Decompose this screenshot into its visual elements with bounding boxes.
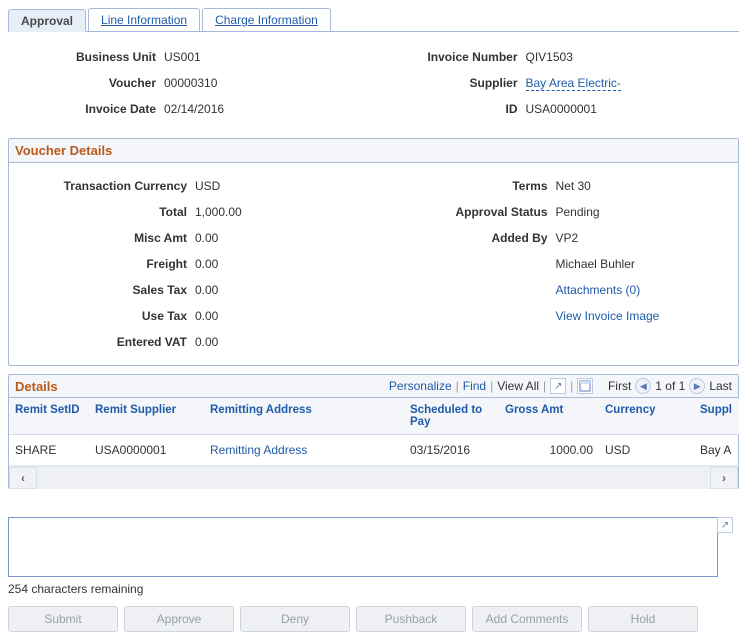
col-remitting-address[interactable]: Remitting Address bbox=[204, 398, 404, 435]
col-remit-supplier[interactable]: Remit Supplier bbox=[89, 398, 204, 435]
view-invoice-image-link[interactable]: View Invoice Image bbox=[556, 309, 660, 323]
value-total: 1,000.00 bbox=[193, 205, 242, 219]
prev-icon[interactable]: ◀ bbox=[635, 378, 651, 394]
label-misc-amt: Misc Amt bbox=[13, 231, 193, 245]
value-freight: 0.00 bbox=[193, 257, 218, 271]
value-id: USA0000001 bbox=[524, 102, 597, 116]
add-comments-button[interactable]: Add Comments bbox=[472, 606, 582, 632]
label-terms: Terms bbox=[374, 179, 554, 193]
voucher-details-title: Voucher Details bbox=[9, 139, 738, 163]
col-scheduled-to-pay[interactable]: Scheduled to Pay bbox=[404, 398, 499, 435]
attachments-link[interactable]: Attachments (0) bbox=[556, 283, 641, 297]
label-approval-status: Approval Status bbox=[374, 205, 554, 219]
cell-remit-supplier: USA0000001 bbox=[89, 435, 204, 466]
label-id: ID bbox=[374, 102, 524, 116]
value-supplier-link[interactable]: Bay Area Electric- bbox=[526, 76, 621, 91]
value-entered-vat: 0.00 bbox=[193, 335, 218, 349]
expand-comment-icon[interactable]: ↗ bbox=[717, 517, 733, 533]
cell-supplier: Bay A bbox=[694, 435, 739, 466]
label-sales-tax: Sales Tax bbox=[13, 283, 193, 297]
scroll-left-icon[interactable]: ‹ bbox=[9, 467, 37, 489]
approve-button[interactable]: Approve bbox=[124, 606, 234, 632]
cell-remit-setid: SHARE bbox=[9, 435, 89, 466]
voucher-details-section: Voucher Details Transaction Currency USD… bbox=[8, 138, 739, 366]
grid-h-scrollbar: ‹ › bbox=[9, 466, 738, 488]
action-buttons: Submit Approve Deny Pushback Add Comment… bbox=[8, 606, 739, 632]
comment-area: ↗ 254 characters remaining bbox=[8, 517, 739, 596]
label-invoice-date: Invoice Date bbox=[12, 102, 162, 116]
label-supplier: Supplier bbox=[374, 76, 524, 90]
tab-line-information[interactable]: Line Information bbox=[88, 8, 200, 31]
value-added-by: VP2 bbox=[554, 231, 579, 245]
value-terms: Net 30 bbox=[554, 179, 591, 193]
label-total: Total bbox=[13, 205, 193, 219]
value-approval-status: Pending bbox=[554, 205, 600, 219]
label-freight: Freight bbox=[13, 257, 193, 271]
next-icon[interactable]: ▶ bbox=[689, 378, 705, 394]
value-sales-tax: 0.00 bbox=[193, 283, 218, 297]
details-grid: Remit SetID Remit Supplier Remitting Add… bbox=[9, 398, 739, 466]
grid-toolbar: Personalize | Find | View All | ↗ | Firs… bbox=[389, 378, 732, 394]
hold-button[interactable]: Hold bbox=[588, 606, 698, 632]
comment-textarea[interactable] bbox=[8, 517, 718, 577]
value-misc-amt: 0.00 bbox=[193, 231, 218, 245]
deny-button[interactable]: Deny bbox=[240, 606, 350, 632]
last-text[interactable]: Last bbox=[709, 379, 732, 393]
col-supplier[interactable]: Suppl bbox=[694, 398, 739, 435]
details-section: Details Personalize | Find | View All | … bbox=[8, 374, 739, 489]
value-business-unit: US001 bbox=[162, 50, 201, 64]
submit-button[interactable]: Submit bbox=[8, 606, 118, 632]
personalize-link[interactable]: Personalize bbox=[389, 379, 452, 393]
label-added-by: Added By bbox=[374, 231, 554, 245]
header-fields: Business Unit US001 Voucher 00000310 Inv… bbox=[8, 44, 739, 122]
label-entered-vat: Entered VAT bbox=[13, 335, 193, 349]
cell-gross-amt: 1000.00 bbox=[499, 435, 599, 466]
download-icon[interactable] bbox=[577, 378, 593, 394]
col-remit-setid[interactable]: Remit SetID bbox=[9, 398, 89, 435]
view-all-text[interactable]: View All bbox=[497, 379, 539, 393]
cell-currency: USD bbox=[599, 435, 694, 466]
find-link[interactable]: Find bbox=[463, 379, 486, 393]
position-text: 1 of 1 bbox=[655, 379, 685, 393]
tab-charge-information[interactable]: Charge Information bbox=[202, 8, 331, 31]
value-invoice-number: QIV1503 bbox=[524, 50, 573, 64]
pushback-button[interactable]: Pushback bbox=[356, 606, 466, 632]
label-transaction-currency: Transaction Currency bbox=[13, 179, 193, 193]
label-use-tax: Use Tax bbox=[13, 309, 193, 323]
label-voucher: Voucher bbox=[12, 76, 162, 90]
value-added-by-name: Michael Buhler bbox=[554, 257, 635, 271]
first-text[interactable]: First bbox=[608, 379, 631, 393]
table-row: SHARE USA0000001 Remitting Address 03/15… bbox=[9, 435, 739, 466]
cell-remitting-address-link[interactable]: Remitting Address bbox=[210, 443, 307, 457]
col-gross-amt[interactable]: Gross Amt bbox=[499, 398, 599, 435]
scroll-right-icon[interactable]: › bbox=[710, 467, 738, 489]
col-currency[interactable]: Currency bbox=[599, 398, 694, 435]
value-invoice-date: 02/14/2016 bbox=[162, 102, 224, 116]
tab-approval[interactable]: Approval bbox=[8, 9, 86, 32]
scroll-track[interactable] bbox=[37, 467, 710, 489]
value-voucher: 00000310 bbox=[162, 76, 217, 90]
label-invoice-number: Invoice Number bbox=[374, 50, 524, 64]
chars-remaining: 254 characters remaining bbox=[8, 582, 739, 596]
cell-scheduled-to-pay: 03/15/2016 bbox=[404, 435, 499, 466]
value-transaction-currency: USD bbox=[193, 179, 220, 193]
zoom-icon[interactable]: ↗ bbox=[550, 378, 566, 394]
details-title: Details bbox=[15, 379, 58, 394]
value-use-tax: 0.00 bbox=[193, 309, 218, 323]
label-business-unit: Business Unit bbox=[12, 50, 162, 64]
tab-strip: Approval Line Information Charge Informa… bbox=[8, 8, 739, 32]
